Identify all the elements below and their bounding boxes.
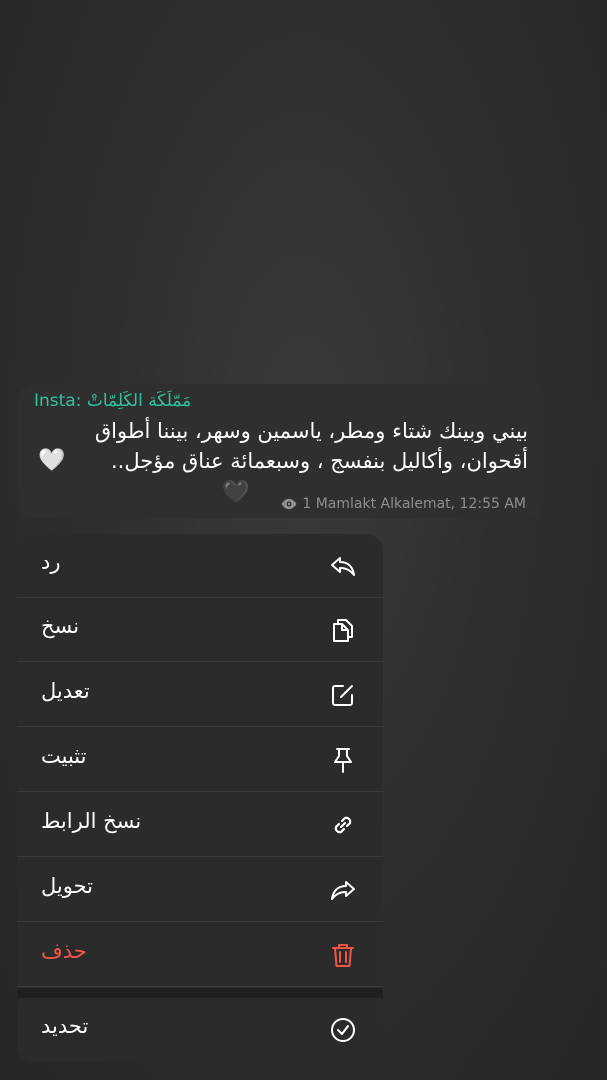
message-meta: 1 Mamlakt Alkalemat, 12:55 AM: [280, 496, 526, 512]
message-text: بيني وبينك شتاء ومطر، ياسمين وسهر، بيننا…: [94, 419, 528, 473]
menu-item-label: حذف: [41, 939, 87, 963]
menu-item-select[interactable]: تحديد: [17, 998, 383, 1062]
reply-icon: [331, 557, 355, 576]
menu-item-copy-link[interactable]: نسخ الرابط: [17, 793, 383, 857]
eye-icon: [281, 498, 297, 510]
menu-item-label: نسخ: [41, 614, 80, 638]
menu-item-forward[interactable]: تحويل: [17, 858, 383, 922]
pin-icon: [334, 748, 352, 773]
black-heart-emoji: 🖤: [222, 480, 250, 505]
menu-item-label: رد: [41, 550, 61, 574]
menu-item-edit[interactable]: تعديل: [17, 663, 383, 727]
copy-icon: [333, 619, 353, 642]
views-and-time: 1 Mamlakt Alkalemat, 12:55 AM: [302, 496, 526, 512]
menu-separator: [17, 988, 383, 998]
menu-item-pin[interactable]: تثبيت: [17, 728, 383, 792]
menu-item-label: تحويل: [41, 874, 93, 898]
link-icon: [334, 816, 352, 834]
message-bubble[interactable]: Insta: مَمّلَكَة الكَلِمّاتْ بيني وبينك …: [18, 384, 544, 518]
forward-icon: [331, 881, 355, 900]
context-menu: رد نسخ تعديل تثبيت نسخ الرابط تحويل حذف …: [17, 534, 383, 1062]
menu-item-label: تثبيت: [41, 744, 87, 768]
edit-icon: [332, 685, 353, 706]
menu-item-reply[interactable]: رد: [17, 534, 383, 598]
menu-item-label: تحديد: [41, 1014, 89, 1038]
white-heart-emoji: 🤍: [38, 448, 66, 473]
select-check-icon: [331, 1018, 355, 1042]
menu-item-label: تعديل: [41, 679, 90, 703]
menu-item-copy[interactable]: نسخ: [17, 598, 383, 662]
trash-icon: [332, 944, 354, 967]
menu-item-delete[interactable]: حذف: [17, 923, 383, 987]
sender-name: Insta: مَمّلَكَة الكَلِمّاتْ: [34, 391, 192, 411]
menu-item-label: نسخ الرابط: [41, 809, 142, 833]
